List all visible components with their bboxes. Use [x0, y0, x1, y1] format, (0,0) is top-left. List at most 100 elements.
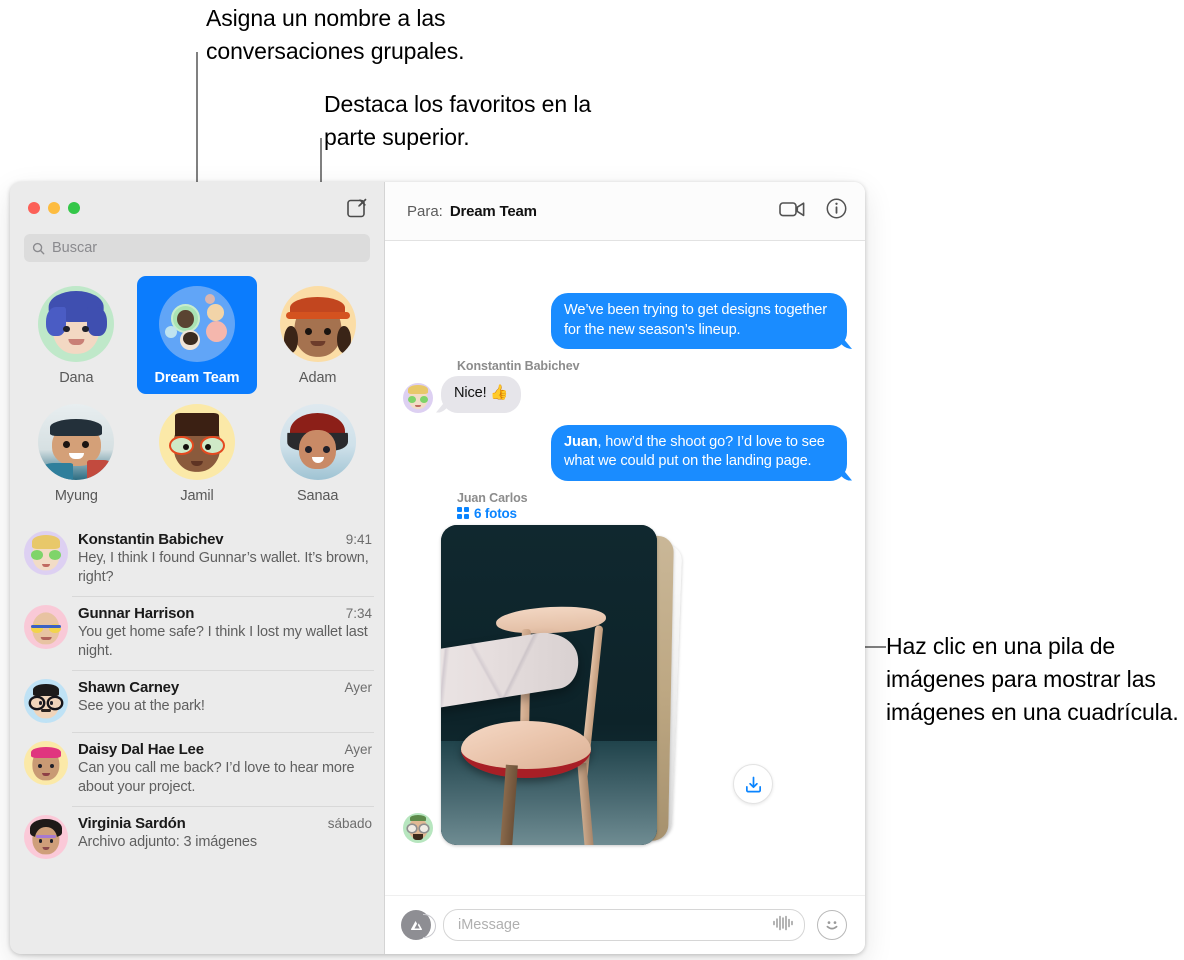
conversation-list: Konstantin Babichev 9:41 Hey, I think I … [10, 520, 384, 954]
close-button[interactable] [28, 202, 40, 214]
conversation-preview: Archivo adjunto: 3 imágenes [78, 834, 257, 850]
avatar [403, 382, 433, 413]
attachment-block: Juan Carlos 6 fotos [403, 491, 847, 847]
search-icon [32, 242, 45, 254]
message-text: , how’d the shoot go? I’d love to see wh… [564, 433, 825, 470]
favorite-jamil[interactable]: Jamil [137, 394, 258, 512]
conversation-name: Daisy Dal Hae Lee [78, 741, 204, 758]
conversation-name: Virginia Sardón [78, 815, 186, 832]
conversation-row-konstantin-babichev[interactable]: Konstantin Babichev 9:41 Hey, I think I … [10, 522, 384, 596]
search-input[interactable]: Buscar [24, 234, 370, 262]
audio-waveform-icon[interactable] [772, 915, 794, 936]
avatar [38, 286, 115, 362]
conversation-row-gunnar-harrison[interactable]: Gunnar Harrison 7:34 You get home safe? … [10, 596, 384, 670]
photo-grid-icon [457, 507, 469, 519]
minimize-button[interactable] [48, 202, 60, 214]
conversation-name: Shawn Carney [78, 679, 179, 696]
message-group-incoming-1: Konstantin Babichev Nice! 👍 [403, 359, 847, 413]
screenshot-stage: Asigna un nombre a las conversaciones gr… [0, 0, 1184, 960]
recipient-label: Para: [407, 202, 443, 220]
message-bubble[interactable]: Nice! 👍 [441, 376, 522, 413]
callout-name-group-conversations: Asigna un nombre a las conversaciones gr… [206, 5, 465, 64]
favorite-sanaa[interactable]: Sanaa [257, 394, 378, 512]
window-titlebar [10, 182, 384, 234]
conversation-time: Ayer [344, 742, 372, 757]
attachment-meta: Juan Carlos 6 fotos [457, 491, 847, 521]
search-container: Buscar [10, 234, 384, 272]
attachment-count-label: 6 fotos [474, 505, 517, 521]
photo-stack[interactable] [441, 524, 683, 847]
traffic-light-group [28, 202, 80, 214]
video-camera-icon[interactable] [779, 200, 806, 223]
conversation-time: 7:34 [345, 606, 372, 621]
avatar [24, 741, 68, 785]
avatar [158, 404, 235, 480]
favorite-label: Jamil [180, 488, 214, 504]
imessage-placeholder: iMessage [458, 917, 521, 933]
emoji-smiley-icon[interactable] [817, 910, 847, 940]
conversation-row-daisy-dal-hae-lee[interactable]: Daisy Dal Hae Lee Ayer Can you call me b… [10, 732, 384, 806]
conversation-body: Daisy Dal Hae Lee Ayer Can you call me b… [78, 741, 372, 797]
favorite-dana[interactable]: Dana [16, 276, 137, 394]
conversation-time: Ayer [344, 680, 372, 695]
conversation-body: Virginia Sardón sábado Archivo adjunto: … [78, 815, 372, 859]
avatar [279, 286, 356, 362]
info-circle-icon[interactable] [826, 198, 847, 224]
callout-click-image-stack: Haz clic en una pila de imágenes para mo… [886, 633, 1179, 725]
conversation-time: sábado [327, 816, 372, 831]
chat-panel: Para: Dream Team We’ve been trying to ge… [385, 182, 865, 954]
recipient-value[interactable]: Dream Team [450, 203, 537, 220]
conversation-body: Konstantin Babichev 9:41 Hey, I think I … [78, 531, 372, 587]
imessage-input[interactable]: iMessage [443, 909, 805, 941]
photo-stack-row [403, 524, 847, 847]
avatar [24, 679, 68, 723]
message-row-incoming-1: Nice! 👍 [403, 376, 522, 413]
zoom-button[interactable] [68, 202, 80, 214]
favorite-myung[interactable]: Myung [16, 394, 137, 512]
conversation-body: Gunnar Harrison 7:34 You get home safe? … [78, 605, 372, 661]
message-row-outgoing-1: We’ve been trying to get designs togethe… [403, 293, 847, 349]
conversation-preview: See you at the park! [78, 698, 205, 714]
photo-chair-table [441, 524, 657, 845]
message-bubble[interactable]: We’ve been trying to get designs togethe… [551, 293, 847, 349]
favorite-adam[interactable]: Adam [257, 276, 378, 394]
mention-juan: Juan [564, 433, 598, 450]
avatar [24, 815, 68, 859]
app-store-icon[interactable] [401, 910, 436, 940]
message-composer: iMessage [385, 895, 865, 954]
callout-highlight-favorites: Destaca los favoritos en la parte superi… [324, 91, 592, 150]
favorite-label: Sanaa [296, 488, 339, 504]
conversation-preview: You get home safe? I think I lost my wal… [78, 624, 368, 659]
conversation-row-virginia-sardon[interactable]: Virginia Sardón sábado Archivo adjunto: … [10, 806, 384, 868]
save-download-icon[interactable] [733, 764, 773, 804]
message-bubble[interactable]: Juan, how’d the shoot go? I’d love to se… [551, 424, 847, 481]
messages-app-window: Buscar Dana Dream Team Adam Myung Jamil … [10, 182, 865, 954]
compose-icon[interactable] [344, 195, 370, 221]
favorite-label: Myung [54, 488, 98, 504]
favorite-label: Dream Team [154, 370, 240, 386]
message-sender-name: Konstantin Babichev [457, 359, 580, 373]
conversation-time: 9:41 [345, 532, 372, 547]
chat-header: Para: Dream Team [385, 182, 865, 241]
attachment-sender-name: Juan Carlos [457, 490, 528, 505]
conversation-body: Shawn Carney Ayer See you at the park! [78, 679, 372, 723]
message-thread: We’ve been trying to get designs togethe… [385, 241, 865, 895]
conversation-name: Konstantin Babichev [78, 531, 224, 548]
search-placeholder: Buscar [52, 240, 98, 256]
avatar [24, 531, 68, 575]
favorite-label: Dana [59, 370, 94, 386]
favorite-dream-team[interactable]: Dream Team [136, 276, 258, 394]
avatar [279, 404, 356, 480]
avatar [403, 812, 433, 843]
group-avatar [158, 286, 235, 362]
favorites-grid: Dana Dream Team Adam Myung Jamil Sanaa [10, 272, 384, 520]
attachment-count[interactable]: 6 fotos [457, 506, 847, 521]
photo-stack-card-front [441, 524, 657, 845]
message-row-outgoing-2: Juan, how’d the shoot go? I’d love to se… [403, 424, 847, 481]
avatar [38, 404, 115, 480]
conversation-preview: Can you call me back? I’d love to hear m… [78, 760, 355, 795]
conversation-name: Gunnar Harrison [78, 605, 195, 622]
conversation-preview: Hey, I think I found Gunnar’s wallet. It… [78, 550, 369, 585]
conversation-row-shawn-carney[interactable]: Shawn Carney Ayer See you at the park! [10, 670, 384, 732]
sidebar: Buscar Dana Dream Team Adam Myung Jamil … [10, 182, 385, 954]
